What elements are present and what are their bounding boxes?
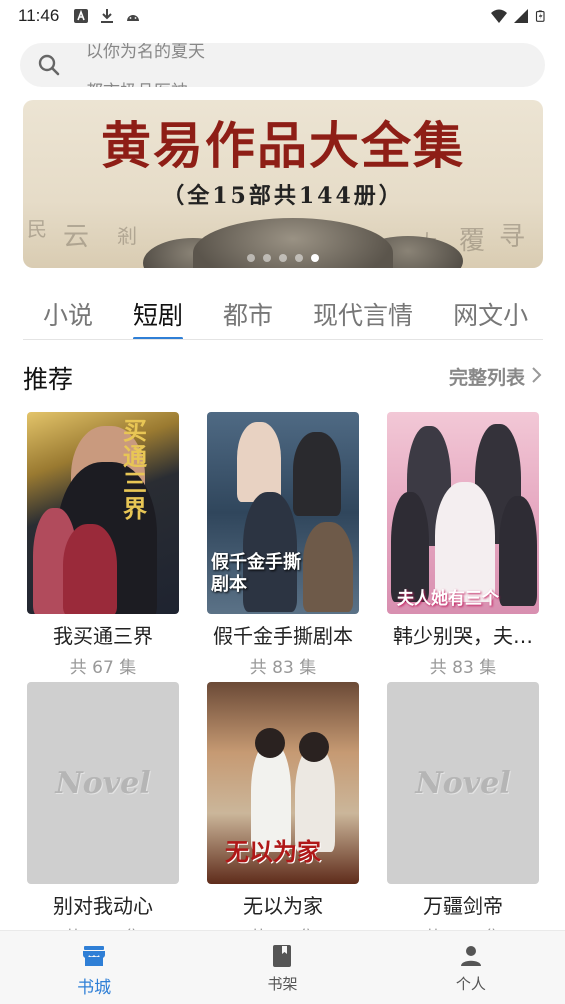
full-list-link[interactable]: 完整列表 — [449, 363, 525, 390]
search-hint: 都市极品医神 — [86, 77, 188, 87]
page-dot-active[interactable] — [311, 254, 319, 262]
page-dot[interactable] — [295, 254, 303, 262]
banner-title: 黄易作品大全集 — [101, 116, 465, 175]
drama-cover[interactable]: 夫人她有三个 — [387, 412, 539, 614]
tab-label: 都市 — [223, 301, 274, 330]
notification-app-icon — [74, 9, 89, 23]
store-icon — [83, 946, 106, 966]
download-icon — [101, 9, 114, 23]
drama-cover[interactable]: 假千金手撕剧本 — [207, 412, 359, 614]
tab-short-drama[interactable]: 短剧 — [133, 290, 184, 339]
cover-figure — [293, 432, 341, 516]
tab-web-novel[interactable]: 网文小 — [453, 290, 529, 339]
system-icons — [491, 8, 547, 24]
tab-indicator — [133, 337, 184, 339]
drama-title: 韩少别哭，夫… — [393, 624, 533, 648]
page-dot[interactable] — [247, 254, 255, 262]
drama-title: 我买通三界 — [53, 624, 153, 648]
drama-title: 假千金手撕剧本 — [213, 624, 353, 648]
drama-cover[interactable]: 无以为家 — [207, 682, 359, 884]
search-bar[interactable]: 以你为名的夏天 都市极品医神 — [20, 43, 545, 87]
promo-banner[interactable]: 民 云 剎 大 覆 寻 黄易作品大全集 （全15部共144册） — [23, 100, 543, 268]
status-bar: 11:46 — [0, 0, 565, 32]
status-time: 11:46 — [18, 6, 60, 25]
cover-caption: 夫人她有三个 — [397, 589, 499, 609]
placeholder-logo: Novel — [55, 765, 151, 801]
episode-count: 共 83 集 — [249, 658, 317, 678]
signal-icon — [514, 9, 528, 23]
episode-count: 共 67 集 — [69, 658, 137, 678]
bottom-navigation: 书城 书架 个人 — [0, 930, 565, 1004]
tab-label: 短剧 — [133, 301, 184, 330]
nav-profile[interactable]: 个人 — [377, 931, 565, 1004]
android-icon — [127, 15, 140, 21]
placeholder-logo: Novel — [415, 765, 511, 801]
drama-cover-placeholder[interactable]: Novel — [387, 682, 539, 884]
tab-label: 小说 — [43, 301, 94, 330]
nav-label: 个人 — [455, 975, 486, 993]
banner-subtitle: （全15部共144册） — [162, 183, 404, 209]
drama-title: 万疆剑帝 — [423, 894, 503, 918]
search-hint-carousel: 以你为名的夏天 都市极品医神 — [86, 43, 506, 87]
search-icon — [38, 54, 60, 76]
tab-novel[interactable]: 小说 — [43, 290, 94, 339]
drama-card[interactable]: 无以为家 无以为家 共 82 集 — [207, 682, 359, 948]
drama-card[interactable]: 夫人她有三个 韩少别哭，夫… 共 83 集 — [387, 412, 539, 678]
nav-bookshelf[interactable]: 书架 — [188, 931, 376, 1004]
cover-figure — [299, 732, 329, 762]
tab-label: 网文小 — [453, 301, 529, 330]
chevron-right-icon[interactable] — [529, 366, 543, 384]
nav-label: 书架 — [267, 975, 298, 993]
category-tabs: 小说 短剧 都市 现代言情 网文小 — [23, 290, 543, 340]
drama-title: 无以为家 — [243, 894, 323, 918]
cover-caption: 无以为家 — [225, 837, 321, 866]
tab-modern-romance[interactable]: 现代言情 — [313, 290, 414, 339]
tab-label: 现代言情 — [313, 301, 414, 330]
episode-count: 共 83 集 — [429, 658, 497, 678]
page-dot[interactable] — [263, 254, 271, 262]
banner-deco-text: 剎 — [117, 224, 137, 248]
cover-figure — [255, 728, 285, 758]
banner-deco-text: 寻 — [499, 222, 526, 252]
banner-deco-text: 覆 — [459, 226, 486, 256]
wifi-icon — [491, 9, 507, 23]
person-icon — [460, 946, 481, 966]
drama-card[interactable]: Novel 万疆剑帝 共 100 集 — [387, 682, 539, 948]
banner-deco-text: 云 — [63, 222, 90, 252]
cover-figure — [63, 524, 117, 614]
drama-card[interactable]: Novel 别对我动心 共 100 集 — [27, 682, 179, 948]
page-dot[interactable] — [279, 254, 287, 262]
drama-cover-placeholder[interactable]: Novel — [27, 682, 179, 884]
drama-title: 别对我动心 — [53, 894, 153, 918]
drama-cover[interactable]: 买通三界 — [27, 412, 179, 614]
cover-caption: 假千金手撕剧本 — [211, 552, 301, 595]
book-icon — [273, 945, 292, 967]
nav-label: 书城 — [77, 978, 112, 998]
cover-caption: 买通三界 — [123, 416, 147, 523]
banner-deco-text: 民 — [27, 217, 47, 241]
cover-figure — [237, 422, 281, 502]
search-hint: 以你为名的夏天 — [86, 43, 205, 62]
nav-bookstore[interactable]: 书城 — [0, 931, 188, 1004]
drama-card[interactable]: 假千金手撕剧本 假千金手撕剧本 共 83 集 — [207, 412, 359, 678]
notification-icons — [73, 8, 141, 24]
banner-page-indicator — [23, 254, 543, 262]
tab-urban[interactable]: 都市 — [223, 290, 274, 339]
drama-card[interactable]: 买通三界 我买通三界 共 67 集 — [27, 412, 179, 678]
battery-icon — [535, 10, 545, 22]
section-title: 推荐 — [23, 365, 74, 394]
